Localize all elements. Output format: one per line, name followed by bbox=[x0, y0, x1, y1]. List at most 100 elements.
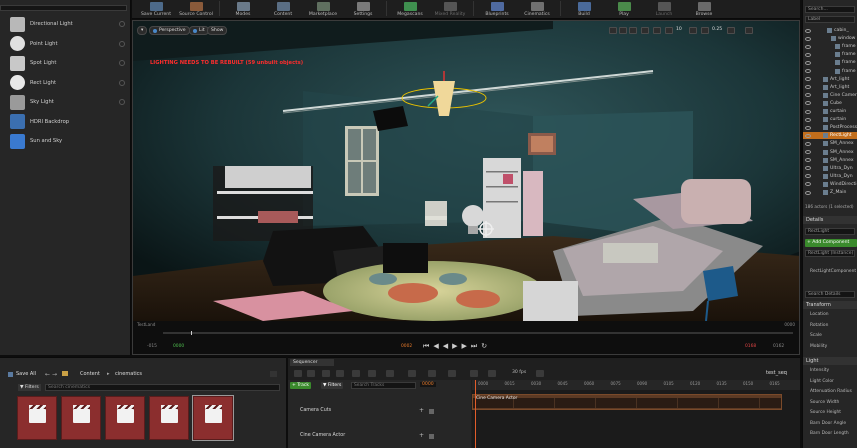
light-prop-source-width[interactable]: Source Width bbox=[803, 399, 857, 407]
content-button[interactable]: Content bbox=[263, 0, 303, 18]
level-sequence-asset[interactable] bbox=[17, 396, 57, 440]
outliner-row[interactable]: Ultra_Dyn bbox=[803, 173, 857, 180]
visibility-eye-icon[interactable] bbox=[805, 85, 811, 90]
settings-button[interactable]: Settings bbox=[343, 0, 383, 18]
perspective-button[interactable]: Perspective bbox=[149, 26, 190, 35]
visibility-eye-icon[interactable] bbox=[805, 166, 811, 171]
component-child-item[interactable]: RectLightComponent bbox=[803, 268, 857, 276]
seq-track-row[interactable]: Cine Camera Actor + bbox=[288, 432, 471, 442]
details-tab[interactable]: Details bbox=[803, 216, 857, 224]
play-icon[interactable]: ▶ bbox=[452, 342, 457, 351]
seq-track-row[interactable]: Camera Cuts + bbox=[288, 407, 471, 417]
seq-current-frame[interactable]: 0000 bbox=[420, 382, 436, 387]
visibility-eye-icon[interactable] bbox=[805, 60, 811, 65]
rotate-mode-icon[interactable] bbox=[619, 27, 627, 34]
outliner-row[interactable]: window bbox=[803, 35, 857, 42]
transform-prop-scale[interactable]: Scale bbox=[803, 332, 857, 340]
seq-snap-icon[interactable] bbox=[408, 370, 416, 377]
level-viewport[interactable]: ▾ Perspective Lit Show 10 0.25 LIGHTING … bbox=[132, 20, 800, 355]
add-key-icon[interactable]: + bbox=[419, 432, 424, 439]
outliner-row[interactable]: cabin_ bbox=[803, 27, 857, 34]
visibility-eye-icon[interactable] bbox=[805, 158, 811, 163]
visibility-eye-icon[interactable] bbox=[805, 52, 811, 57]
outliner-row[interactable]: Ultra_Dyn bbox=[803, 165, 857, 172]
actor-name-field[interactable]: RectLight bbox=[805, 228, 855, 235]
add-component-button[interactable]: + Add Component bbox=[805, 239, 857, 247]
outliner-row[interactable]: Cine Camera bbox=[803, 92, 857, 99]
visibility-eye-icon[interactable] bbox=[805, 174, 811, 179]
translate-mode-icon[interactable] bbox=[609, 27, 617, 34]
marketplace-button[interactable]: Marketplace bbox=[303, 0, 343, 18]
transform-section-header[interactable]: Transform bbox=[803, 301, 857, 309]
outliner-row[interactable]: Cube bbox=[803, 100, 857, 107]
seq-filters-button[interactable]: ▼ Filters bbox=[321, 382, 344, 389]
rotation-snap-icon[interactable] bbox=[689, 27, 697, 34]
transform-prop-rotation[interactable]: Rotation bbox=[803, 322, 857, 330]
place-item-rect-light[interactable]: Rect Light bbox=[10, 74, 127, 92]
outliner-row[interactable]: Z_Main bbox=[803, 189, 857, 196]
add-track-button[interactable]: + Track bbox=[290, 382, 311, 389]
play-button[interactable]: Play bbox=[604, 0, 644, 18]
visibility-eye-icon[interactable] bbox=[805, 93, 811, 98]
seq-graph-icon[interactable] bbox=[536, 370, 544, 377]
light-prop-attenuation-radius[interactable]: Attenuation Radius bbox=[803, 388, 857, 396]
seq-film-icon[interactable] bbox=[336, 370, 344, 377]
seq-playback-icon[interactable] bbox=[428, 370, 436, 377]
seq-search-input[interactable]: Search Tracks bbox=[351, 382, 416, 389]
visibility-eye-icon[interactable] bbox=[805, 150, 811, 154]
modes-button[interactable]: Modes bbox=[223, 0, 263, 18]
history-forward-icon[interactable]: → bbox=[52, 371, 57, 378]
place-item-sky-light[interactable]: Sky Light bbox=[10, 93, 127, 111]
seq-fps-label[interactable]: 30 fps bbox=[512, 370, 526, 375]
visibility-eye-icon[interactable] bbox=[805, 133, 811, 138]
seq-camera-icon[interactable] bbox=[352, 370, 360, 377]
visibility-eye-icon[interactable] bbox=[805, 109, 811, 114]
lit-button[interactable]: Lit bbox=[189, 26, 209, 35]
mixed-reality-button[interactable]: Mixed Reality bbox=[430, 0, 470, 18]
visibility-eye-icon[interactable] bbox=[805, 44, 811, 49]
visibility-eye-icon[interactable] bbox=[805, 141, 811, 146]
timeline-ruler[interactable]: 0000 0015 0030 0045 0060 0075 0090 0105 0120 0135… bbox=[472, 380, 800, 390]
sequencer-tab[interactable]: Sequencer bbox=[290, 359, 334, 366]
level-sequence-asset[interactable] bbox=[192, 395, 234, 441]
outliner-row[interactable]: RectLight bbox=[803, 132, 857, 140]
visibility-eye-icon[interactable] bbox=[805, 101, 811, 106]
visibility-eye-icon[interactable] bbox=[805, 190, 811, 195]
light-prop-barn-door-angle[interactable]: Barn Door Angle bbox=[803, 420, 857, 428]
play-reverse-icon[interactable]: ◀ bbox=[443, 342, 448, 351]
save-current-button[interactable]: Save Current bbox=[136, 0, 176, 18]
lock-icon[interactable] bbox=[270, 371, 277, 377]
save-all-button[interactable]: Save All bbox=[8, 371, 36, 377]
light-prop-intensity[interactable]: Intensity bbox=[803, 367, 857, 375]
visibility-eye-icon[interactable] bbox=[805, 117, 811, 122]
track-options-icon[interactable] bbox=[429, 434, 434, 439]
sequencer-timeline[interactable]: 0000 0015 0030 0045 0060 0075 0090 0105 0120 0135… bbox=[472, 380, 800, 448]
step-back-icon[interactable]: ◀ bbox=[433, 342, 438, 351]
seq-curve-icon[interactable] bbox=[470, 370, 478, 377]
visibility-eye-icon[interactable] bbox=[805, 36, 811, 41]
seq-magnet-icon[interactable] bbox=[488, 370, 496, 377]
outliner-row[interactable]: SM_Annex bbox=[803, 149, 857, 156]
transform-prop-mobility[interactable]: Mobility bbox=[803, 343, 857, 351]
visibility-eye-icon[interactable] bbox=[805, 125, 811, 130]
outliner-row[interactable]: SM_Annex bbox=[803, 140, 857, 147]
level-sequence-asset[interactable] bbox=[149, 396, 189, 440]
level-sequence-asset[interactable] bbox=[105, 396, 145, 440]
surface-snap-icon[interactable] bbox=[653, 27, 661, 34]
maximize-viewport-icon[interactable] bbox=[745, 27, 753, 34]
blueprints-button[interactable]: Blueprints bbox=[477, 0, 517, 18]
launch-button[interactable]: Launch bbox=[644, 0, 684, 18]
scale-snap-icon[interactable] bbox=[701, 27, 709, 34]
world-local-icon[interactable] bbox=[641, 27, 649, 34]
cine-camera-section[interactable]: Cine Camera Actor bbox=[472, 394, 782, 410]
seq-transform-icon[interactable] bbox=[386, 370, 394, 377]
visibility-eye-icon[interactable] bbox=[805, 69, 811, 73]
viewport-scrub-handle[interactable] bbox=[191, 331, 192, 335]
source-control-button[interactable]: Source Control bbox=[176, 0, 216, 18]
content-search-input[interactable]: Search cinematics bbox=[45, 384, 280, 391]
details-search-input[interactable]: Search Details bbox=[805, 291, 855, 298]
breadcrumb-content[interactable]: Content bbox=[80, 371, 100, 377]
history-back-icon[interactable]: ← bbox=[45, 371, 50, 378]
outliner-search-input[interactable]: Search... bbox=[805, 6, 855, 13]
light-prop-source-height[interactable]: Source Height bbox=[803, 409, 857, 417]
